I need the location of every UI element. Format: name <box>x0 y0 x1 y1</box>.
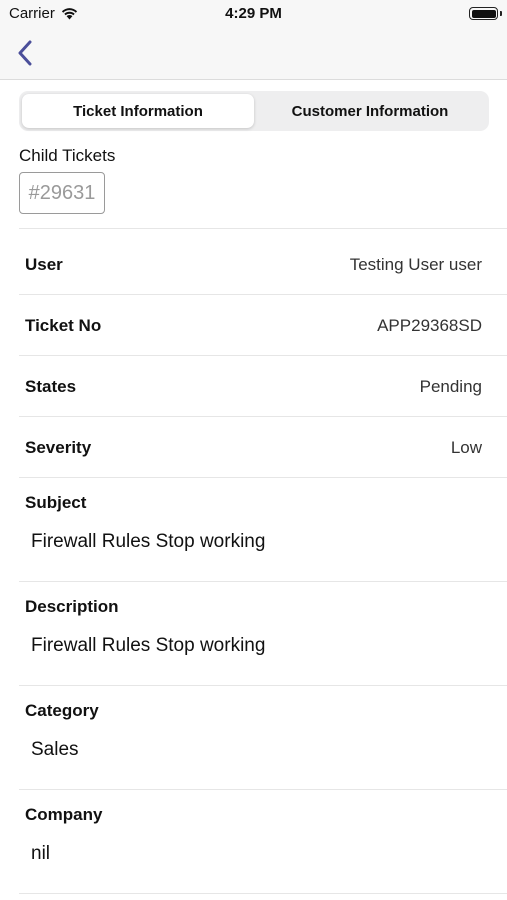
field-row-ticket-no: Ticket No APP29368SD <box>0 294 507 355</box>
status-time: 4:29 PM <box>225 5 282 22</box>
field-value: Firewall Rules Stop working <box>31 635 266 656</box>
info-segmented-control: Ticket Information Customer Information <box>19 91 489 131</box>
field-label: States <box>25 377 77 396</box>
field-value: Firewall Rules Stop working <box>31 531 266 552</box>
field-row-states: States Pending <box>0 355 507 416</box>
battery-tip <box>500 11 502 16</box>
field-label: Severity <box>25 438 92 457</box>
chevron-left-icon <box>18 40 32 66</box>
status-bar: Carrier 4:29 PM <box>0 0 507 28</box>
field-value: nil <box>31 843 51 864</box>
field-value: Low <box>450 438 482 457</box>
field-row-severity: Severity Low <box>0 416 507 477</box>
divider <box>19 228 507 229</box>
field-block-description: Description Firewall Rules Stop working <box>0 581 507 685</box>
field-value: Pending <box>419 377 482 396</box>
field-label: Description <box>25 597 119 616</box>
battery-icon <box>469 7 498 20</box>
child-ticket-chip[interactable]: #29631 <box>19 172 105 214</box>
divider <box>19 893 507 894</box>
tab-ticket-information[interactable]: Ticket Information <box>22 94 254 128</box>
field-block-category: Category Sales <box>0 685 507 789</box>
back-button[interactable] <box>10 36 40 70</box>
field-label: Category <box>25 701 99 720</box>
navigation-bar <box>0 28 507 80</box>
field-label: Subject <box>25 493 87 512</box>
field-label: User <box>25 255 63 274</box>
tab-customer-information[interactable]: Customer Information <box>254 94 486 128</box>
field-row-user: User Testing User user <box>0 233 507 294</box>
field-label: Company <box>25 805 103 824</box>
field-value: APP29368SD <box>377 316 482 335</box>
field-block-company: Company nil <box>0 789 507 893</box>
field-label: Ticket No <box>25 316 102 335</box>
field-value: Sales <box>31 739 79 760</box>
field-value: Testing User user <box>349 255 482 274</box>
field-block-subject: Subject Firewall Rules Stop working <box>0 477 507 581</box>
child-tickets-label: Child Tickets <box>19 146 116 165</box>
